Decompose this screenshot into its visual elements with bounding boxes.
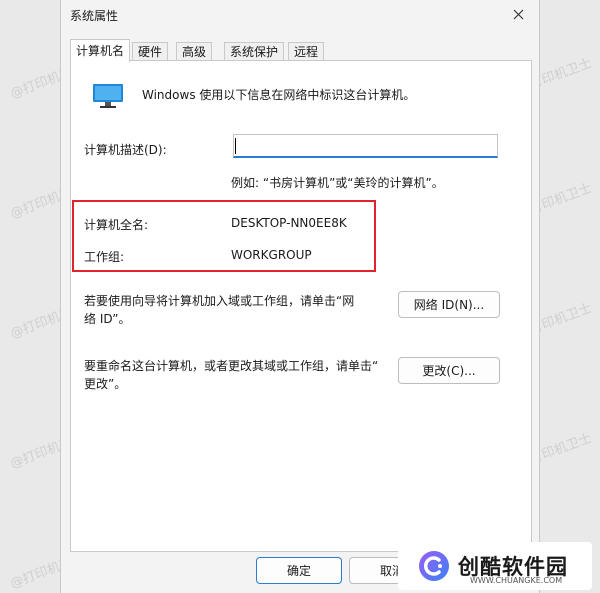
tab-remote[interactable]: 远程 bbox=[288, 42, 325, 61]
logo-url: WWW.CHUANGKE.COM bbox=[470, 576, 563, 585]
close-icon bbox=[513, 9, 523, 19]
description-label: 计算机描述(D): bbox=[84, 143, 167, 157]
highlight-box bbox=[72, 200, 376, 272]
tab-computer-name[interactable]: 计算机名 bbox=[70, 39, 131, 62]
window-title: 系统属性 bbox=[70, 9, 119, 23]
computer-description-input[interactable] bbox=[233, 134, 498, 158]
tab-system-protection[interactable]: 系统保护 bbox=[224, 42, 285, 61]
change-button[interactable]: 更改(C)... bbox=[398, 357, 500, 384]
text-caret bbox=[235, 138, 236, 154]
site-logo: 创酷软件园 WWW.CHUANGKE.COM bbox=[398, 542, 592, 590]
tab-hardware[interactable]: 硬件 bbox=[132, 42, 169, 61]
close-button[interactable] bbox=[503, 2, 533, 26]
ok-button[interactable]: 确定 bbox=[256, 557, 342, 584]
network-id-text: 若要使用向导将计算机加入域或工作组，请单击“网络 ID”。 bbox=[84, 294, 355, 326]
logo-mark-icon bbox=[419, 551, 449, 581]
tab-advanced[interactable]: 高级 bbox=[176, 42, 213, 61]
computer-icon bbox=[93, 84, 123, 108]
intro-text: Windows 使用以下信息在网络中标识这台计算机。 bbox=[142, 88, 416, 102]
title-bar[interactable]: 系统属性 bbox=[61, 0, 539, 30]
rename-text: 要重命名这台计算机，或者更改其域或工作组，请单击“ 更改”。 bbox=[84, 359, 379, 391]
description-example: 例如: “书房计算机”或“美玲的计算机”。 bbox=[231, 176, 444, 190]
network-id-button[interactable]: 网络 ID(N)... bbox=[398, 291, 500, 318]
computer-name-panel: Windows 使用以下信息在网络中标识这台计算机。 计算机描述(D): 例如:… bbox=[70, 60, 532, 552]
system-properties-dialog: 系统属性 计算机名 硬件 高级 系统保护 远程 Windows 使用以下信息在网… bbox=[60, 0, 540, 593]
